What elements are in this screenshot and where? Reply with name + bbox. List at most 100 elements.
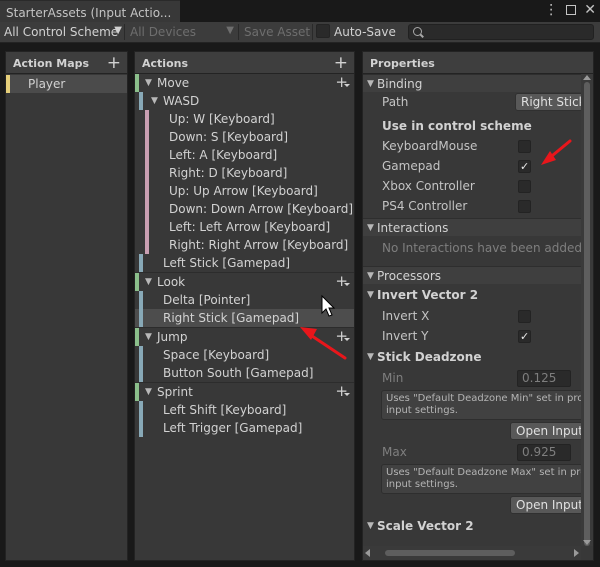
binding-item[interactable]: Right Stick [Gamepad] [135, 309, 354, 327]
toolbar-divider [312, 24, 313, 40]
scrollbar-thumb[interactable] [385, 550, 515, 556]
binding-item[interactable]: Delta [Pointer] [135, 291, 354, 309]
window-tab-title: StarterAssets (Input Actio... [6, 6, 172, 20]
binding-item[interactable]: Left Trigger [Gamepad] [135, 419, 354, 437]
action-item[interactable]: ▼ Look + [135, 272, 354, 291]
composite-part-item[interactable]: Up: W [Keyboard] [135, 110, 354, 128]
window-tab[interactable]: StarterAssets (Input Actio... [0, 0, 180, 22]
expand-arrow-icon[interactable]: ▼ [151, 92, 158, 110]
composite-part-item[interactable]: Down: Down Arrow [Keyboard] [135, 200, 354, 218]
add-binding-icon[interactable]: + [335, 327, 350, 345]
action-item[interactable]: ▼ Sprint + [135, 382, 354, 401]
action-item[interactable]: ▼ Move + [135, 73, 354, 92]
interactions-section-header[interactable]: ▼ Interactions [363, 218, 581, 236]
open-input-button[interactable]: Open Input [510, 496, 581, 514]
actions-panel: Actions + ▼ Move + ▼ WASD Up: W [Keyboard] Dow… [134, 51, 355, 561]
add-binding-icon[interactable]: + [335, 382, 350, 400]
scroll-up-icon[interactable] [583, 75, 591, 80]
add-binding-icon[interactable]: + [335, 73, 350, 91]
action-color-bar [135, 74, 139, 92]
composite-part-item[interactable]: Right: D [Keyboard] [135, 164, 354, 182]
editor-toolbar: All Control Scheme ▼ All Devices ▼ Save … [0, 22, 600, 43]
part-color-bar [145, 128, 149, 146]
scroll-right-icon[interactable] [574, 549, 579, 557]
expand-arrow-icon[interactable]: ▼ [145, 273, 152, 291]
deadzone-max-field[interactable]: 0.925 [517, 444, 571, 461]
horizontal-scrollbar[interactable] [363, 546, 581, 560]
action-maps-title: Action Maps [13, 57, 90, 70]
composite-part-item[interactable]: Down: S [Keyboard] [135, 128, 354, 146]
devices-dropdown[interactable]: All Devices ▼ [126, 22, 236, 42]
properties-content: ▼ Binding Path Right Stick [Gamepad] Use… [363, 74, 581, 560]
processors-section-header[interactable]: ▼ Processors [363, 266, 581, 284]
composite-part-item[interactable]: Left: Left Arrow [Keyboard] [135, 218, 354, 236]
expand-arrow-icon[interactable]: ▼ [145, 74, 152, 92]
deadzone-min-field[interactable]: 0.125 [517, 370, 571, 387]
composite-part-item[interactable]: Right: Right Arrow [Keyboard] [135, 236, 354, 254]
scheme-label: PS4 Controller [382, 199, 468, 213]
action-color-bar [135, 328, 139, 346]
binding-item[interactable]: Button South [Gamepad] [135, 364, 354, 382]
binding-item[interactable]: Left Stick [Gamepad] [135, 254, 354, 272]
save-asset-button[interactable]: Save Asset [244, 25, 310, 39]
properties-title: Properties [370, 57, 435, 70]
invert-x-checkbox[interactable] [518, 310, 531, 323]
binding-label: Space [Keyboard] [163, 348, 270, 362]
close-icon[interactable]: ✕ [584, 3, 596, 17]
part-color-bar [145, 218, 149, 236]
help-text: input settings. [386, 405, 458, 416]
path-button[interactable]: Right Stick [Gamepad] [515, 93, 581, 111]
binding-item[interactable]: Left Shift [Keyboard] [135, 401, 354, 419]
stick-deadzone-title: Stick Deadzone [377, 350, 482, 364]
part-label: Right: Right Arrow [Keyboard] [169, 238, 349, 252]
scroll-down-icon[interactable] [583, 540, 591, 545]
open-input-button[interactable]: Open Input [510, 422, 581, 440]
keyboardmouse-checkbox[interactable] [518, 140, 531, 153]
binding-label: Left Trigger [Gamepad] [163, 421, 303, 435]
binding-item[interactable]: Space [Keyboard] [135, 346, 354, 364]
scale-vector-title: Scale Vector 2 [377, 519, 474, 533]
xbox-controller-checkbox[interactable] [518, 180, 531, 193]
expand-arrow-icon: ▼ [367, 223, 374, 233]
ps4-controller-checkbox[interactable] [518, 200, 531, 213]
window-controls: ⋮ ✕ [544, 3, 596, 17]
composite-label: WASD [163, 94, 200, 108]
action-map-item[interactable]: Player [6, 75, 127, 93]
scroll-left-icon[interactable] [365, 549, 370, 557]
scale-vector-header[interactable]: ▼ Scale Vector 2 [363, 516, 581, 533]
vertical-scrollbar[interactable] [581, 74, 593, 546]
action-map-color-bar [6, 75, 10, 93]
composite-part-item[interactable]: Left: A [Keyboard] [135, 146, 354, 164]
gamepad-checkbox[interactable] [518, 157, 531, 177]
add-action-map-icon[interactable]: + [107, 53, 121, 73]
actions-header: Actions + [135, 52, 354, 74]
stick-deadzone-header[interactable]: ▼ Stick Deadzone [363, 346, 581, 368]
control-scheme-heading: Use in control scheme [382, 119, 532, 133]
control-scheme-dropdown[interactable]: All Control Scheme ▼ [0, 22, 124, 42]
add-action-icon[interactable]: + [334, 53, 348, 73]
part-label: Up: W [Keyboard] [169, 112, 275, 126]
properties-header: Properties [363, 52, 593, 74]
search-input[interactable] [408, 24, 594, 40]
action-item[interactable]: ▼ Jump + [135, 327, 354, 346]
auto-save-checkbox[interactable] [316, 24, 330, 38]
binding-section-header[interactable]: ▼ Binding [363, 74, 581, 92]
expand-arrow-icon[interactable]: ▼ [145, 328, 152, 346]
add-binding-icon[interactable]: + [335, 272, 350, 290]
action-label: Move [157, 76, 190, 90]
part-color-bar [145, 146, 149, 164]
expand-arrow-icon[interactable]: ▼ [145, 383, 152, 401]
scrollbar-thumb[interactable] [584, 82, 590, 546]
invert-y-checkbox[interactable] [518, 327, 531, 347]
expand-arrow-icon: ▼ [367, 271, 374, 281]
more-options-icon[interactable]: ⋮ [544, 3, 558, 17]
scheme-row-ps4: PS4 Controller [363, 196, 581, 216]
help-text: input settings. [386, 479, 458, 490]
composite-part-item[interactable]: Up: Up Arrow [Keyboard] [135, 182, 354, 200]
actions-tree: ▼ Move + ▼ WASD Up: W [Keyboard] Down: S [Keyb… [135, 73, 354, 437]
maximize-icon[interactable] [566, 5, 577, 15]
invert-vector-header[interactable]: ▼ Invert Vector 2 [363, 284, 581, 306]
auto-save-label: Auto-Save [334, 25, 396, 39]
composite-binding-item[interactable]: ▼ WASD [135, 92, 354, 110]
part-label: Down: Down Arrow [Keyboard] [169, 202, 354, 216]
